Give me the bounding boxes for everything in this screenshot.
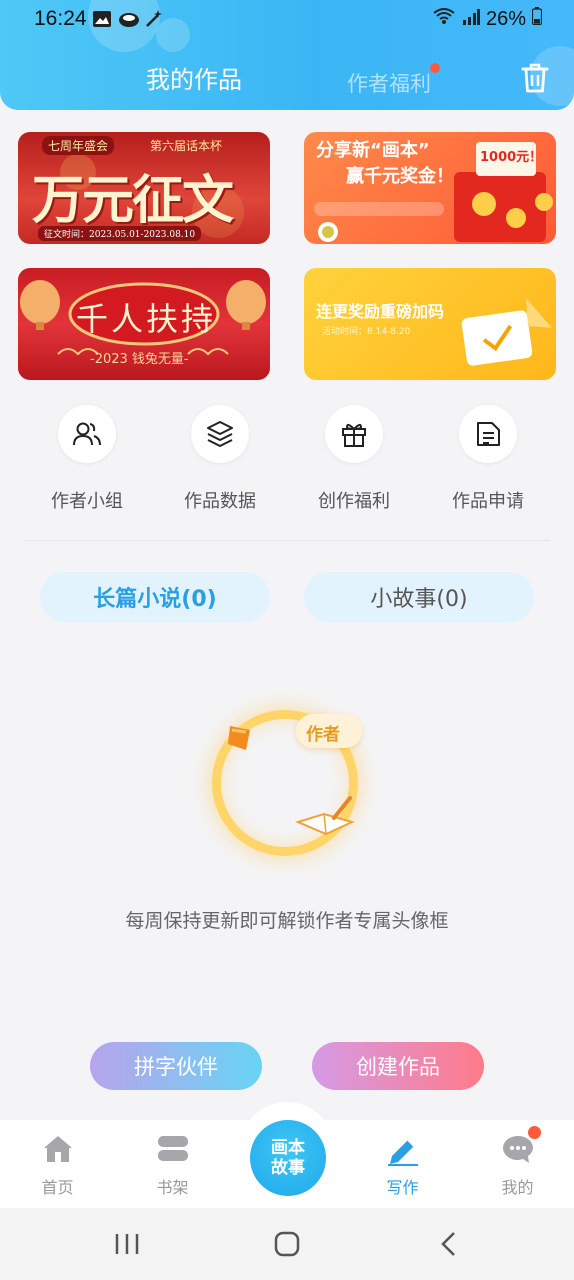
notification-dot	[528, 1126, 541, 1139]
pen-icon	[386, 1134, 420, 1170]
gift-icon	[325, 405, 383, 463]
banner-title: 万元征文	[32, 170, 234, 231]
quick-action-label: 创作福利	[318, 491, 390, 512]
home-icon	[42, 1134, 74, 1168]
banner-subtitle: -2023 钱兔无量-	[90, 352, 189, 367]
nav-home[interactable]: 首页	[0, 1120, 115, 1208]
quick-action-label: 作品申请	[452, 491, 524, 512]
nav-label: 写作	[386, 1178, 419, 1197]
center-label-line1: 画本	[271, 1138, 305, 1158]
nav-label: 书架	[156, 1178, 189, 1197]
recent-apps-icon[interactable]	[112, 1232, 142, 1256]
user-group-icon	[58, 405, 116, 463]
back-icon[interactable]	[438, 1231, 460, 1257]
banner-date: 征文时间：2023.05.01-2023.08.10	[38, 226, 202, 241]
tab-short-story[interactable]: 小故事(0)	[304, 572, 534, 622]
tab-my-works[interactable]: 我的作品	[146, 60, 242, 95]
quick-action-author-group[interactable]: 作者小组	[20, 405, 154, 513]
status-right: 26%	[432, 7, 543, 31]
banner-title: 千人扶持	[76, 300, 217, 338]
notification-icons	[92, 9, 164, 27]
banner-subtitle: 第六届话本杯	[150, 139, 223, 153]
magic-wand-icon	[144, 9, 164, 27]
status-time: 16:24	[34, 7, 87, 30]
banner-thousand-support[interactable]: 千人扶持 -2023 钱兔无量-	[18, 268, 270, 380]
bookshelf-icon	[157, 1134, 189, 1168]
quick-action-label: 作品数据	[184, 491, 256, 512]
signal-icon	[462, 8, 480, 31]
battery-text: 26%	[485, 7, 526, 30]
banner-share-prize[interactable]: 分享新“画本” 赢千元奖金！ 1000元！	[304, 132, 556, 244]
nav-mine[interactable]: 我的	[460, 1120, 574, 1208]
document-icon	[459, 405, 517, 463]
nav-bookshelf[interactable]: 书架	[115, 1120, 230, 1208]
layers-icon	[191, 405, 249, 463]
quick-action-work-application[interactable]: 作品申请	[421, 405, 555, 513]
nav-label: 首页	[41, 1178, 74, 1197]
tab-author-benefits[interactable]: 作者福利	[347, 68, 431, 98]
sparkle-icon	[224, 722, 256, 754]
header: 16:24 26% 我的作品 作者福利	[0, 0, 574, 110]
chat-icon	[501, 1134, 535, 1170]
quick-action-label: 作者小组	[51, 491, 123, 512]
nav-writing[interactable]: 写作	[345, 1120, 460, 1208]
trash-icon[interactable]	[520, 62, 550, 94]
author-badge-text: 作者	[306, 725, 340, 745]
quick-action-creative-benefits[interactable]: 创作福利	[287, 405, 421, 513]
banner-update-reward[interactable]: 连更奖励重磅加码 活动时间：8.14-8.20	[304, 268, 556, 380]
partner-button[interactable]: 拼字伙伴	[90, 1042, 262, 1090]
image-icon	[92, 9, 112, 27]
wifi-icon	[432, 7, 456, 31]
battery-icon	[531, 7, 543, 31]
divider	[24, 540, 550, 541]
nav-label: 我的	[501, 1178, 534, 1197]
banner-subtitle: 活动时间：8.14-8.20	[322, 327, 411, 337]
empty-state-message: 每周保持更新即可解锁作者专属头像框	[125, 910, 449, 932]
center-story-button[interactable]: 画本 故事	[250, 1120, 326, 1196]
banner-title-line1: 分享新“画本”	[316, 140, 430, 161]
banner-essay-contest[interactable]: 七周年盛会 第六届话本杯 万元征文 征文时间：2023.05.01-2023.0…	[18, 132, 270, 244]
tab-long-novel[interactable]: 长篇小说(0)	[40, 572, 270, 622]
quick-action-work-data[interactable]: 作品数据	[153, 405, 287, 513]
cloud-icon	[118, 9, 139, 27]
banner-title: 连更奖励重磅加码	[316, 302, 445, 321]
notification-dot	[430, 63, 440, 73]
banner-tag: 七周年盛会	[42, 136, 115, 155]
banner-title-line2: 赢千元奖金！	[346, 166, 454, 187]
home-button-icon[interactable]	[274, 1231, 300, 1257]
create-work-button[interactable]: 创建作品	[312, 1042, 484, 1090]
book-icon	[294, 792, 358, 842]
center-label-line2: 故事	[271, 1158, 305, 1178]
status-bar: 16:24 26%	[0, 0, 574, 40]
banner-amount: 1000元！	[480, 150, 543, 165]
system-nav-bar	[0, 1208, 574, 1280]
